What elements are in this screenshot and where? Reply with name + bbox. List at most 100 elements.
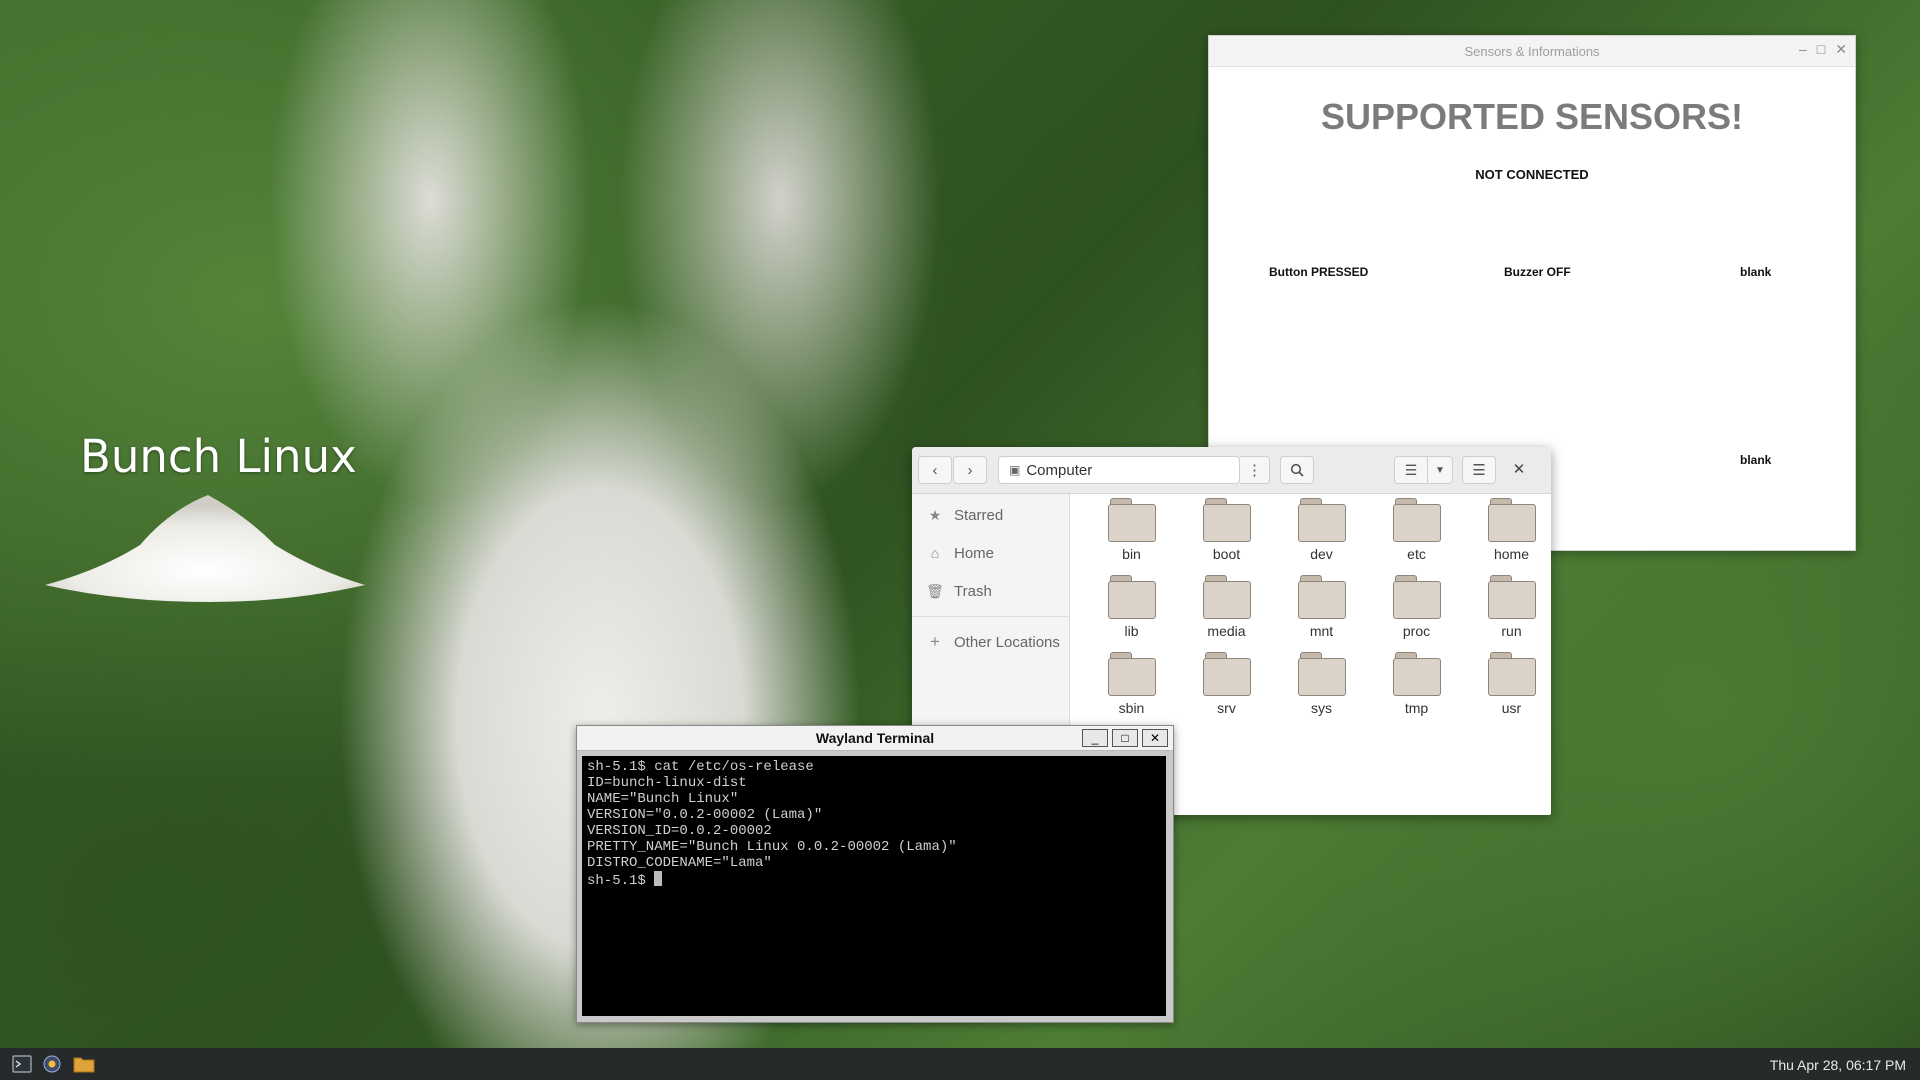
folder-name: tmp [1404,700,1429,716]
folder-name: usr [1501,700,1522,716]
folder-item[interactable]: media [1179,575,1274,652]
terminal-line: PRETTY_NAME="Bunch Linux 0.0.2-00002 (La… [587,839,957,855]
close-icon: ✕ [1512,461,1526,478]
search-icon [1290,463,1304,477]
terminal-line: NAME="Bunch Linux" [587,791,739,807]
search-button[interactable] [1280,456,1314,484]
terminal-prompt-line: sh-5.1$ [587,871,1161,889]
view-mode-button[interactable]: ☰ [1394,456,1428,484]
folder-item[interactable]: lib [1084,575,1179,652]
sensors-headline: SUPPORTED SENSORS! [1320,96,1744,137]
folder-name: home [1493,546,1530,562]
close-button[interactable]: ✕ [1142,729,1168,747]
folder-name: sys [1311,700,1332,716]
star-icon: ★ [928,506,942,523]
taskbar: Thu Apr 28, 06:17 PM [0,1048,1920,1080]
wallpaper-title: Bunch Linux [80,430,357,483]
sensors-window-title: Sensors & Informations [1464,44,1600,59]
terminal-screen[interactable]: sh-5.1$ cat /etc/os-release ID=bunch-linu… [582,756,1166,1016]
connection-status: NOT CONNECTED [1475,167,1589,182]
chevron-left-icon: ‹ [932,461,938,479]
folder-name: etc [1407,546,1426,562]
terminal-line: VERSION="0.0.2-00002 (Lama)" [587,807,823,823]
folder-icon [1107,652,1156,696]
folder-icon[interactable] [73,1055,95,1073]
folder-icon [1487,575,1536,619]
terminal-line: ID=bunch-linux-dist [587,775,747,791]
sidebar-item-label: Other Locations [954,633,1060,651]
folder-item[interactable]: run [1464,575,1551,652]
minimize-button[interactable]: _ [1082,729,1108,747]
folder-name: mnt [1309,623,1334,639]
folder-icon [1107,498,1156,542]
close-icon[interactable]: ✕ [1835,41,1847,58]
folder-item[interactable]: proc [1369,575,1464,652]
folder-name: sbin [1118,700,1145,716]
sidebar-item-trash[interactable]: 🗑 Trash [912,572,1069,610]
folder-item[interactable]: mnt [1274,575,1369,652]
folder-item[interactable]: boot [1179,498,1274,575]
forward-button[interactable]: › [953,456,987,484]
location-label: Computer [1026,461,1093,479]
maximize-icon[interactable]: □ [1817,41,1825,58]
terminal-titlebar[interactable]: Wayland Terminal _ □ ✕ [577,726,1173,751]
folder-item[interactable]: dev [1274,498,1369,575]
close-icon: ✕ [1149,731,1161,745]
folder-item[interactable]: sys [1274,652,1369,729]
location-bar[interactable]: ▣ Computer [998,456,1240,484]
sidebar-item-label: Trash [954,582,992,600]
folder-icon [1297,575,1346,619]
close-window-button[interactable]: ✕ [1508,460,1530,480]
buzzer-sensor-label: Buzzer OFF [1504,265,1571,279]
folder-icon [1392,498,1441,542]
folder-icon [1392,652,1441,696]
folder-item[interactable]: bin [1084,498,1179,575]
folder-grid: bin boot dev etc home lib media mnt proc run sbin s… [1084,498,1551,729]
terminal-line: DISTRO_CODENAME="Lama" [587,855,772,871]
chevron-right-icon: › [967,461,973,479]
terminal-line: sh-5.1$ cat /etc/os-release [587,759,814,775]
maximize-button[interactable]: □ [1112,729,1138,747]
terminal-line: VERSION_ID=0.0.2-00002 [587,823,772,839]
hamburger-menu-icon: ☰ [1472,462,1486,479]
drive-icon: ▣ [1009,463,1021,477]
folder-item[interactable]: home [1464,498,1551,575]
folder-icon [1487,498,1536,542]
sensors-titlebar[interactable]: Sensors & Informations – □ ✕ [1209,36,1855,67]
folder-icon [1202,652,1251,696]
sidebar-item-other-locations[interactable]: + Other Locations [912,623,1069,661]
folder-name: run [1501,623,1522,639]
taskbar-clock[interactable]: Thu Apr 28, 06:17 PM [1770,1057,1906,1073]
folder-name: dev [1310,546,1333,562]
terminal-icon[interactable] [12,1055,32,1073]
plus-icon: + [930,632,940,651]
folder-name: boot [1212,546,1241,562]
sidebar-item-home[interactable]: ⌂ Home [912,534,1069,572]
folder-item[interactable]: srv [1179,652,1274,729]
view-options-button[interactable]: ▼ [1427,456,1453,484]
location-menu-button[interactable]: ⋮ [1240,456,1270,484]
folder-name: bin [1122,546,1141,562]
folder-item[interactable]: etc [1369,498,1464,575]
sidebar-item-starred[interactable]: ★ Starred [912,496,1069,534]
main-menu-button[interactable]: ☰ [1462,456,1496,484]
back-button[interactable]: ‹ [918,456,952,484]
folder-icon [1297,652,1346,696]
folder-icon [1107,575,1156,619]
folder-item[interactable]: usr [1464,652,1551,729]
maximize-icon: □ [1121,731,1129,745]
sensor-label-blank: blank [1740,453,1772,467]
folder-item[interactable]: tmp [1369,652,1464,729]
file-manager-headerbar[interactable]: ‹ › ▣ Computer ⋮ ☰ ▼ ☰ ✕ [912,447,1551,494]
sidebar-divider [912,616,1069,617]
folder-name: srv [1217,700,1236,716]
button-sensor-label: Button PRESSED [1269,265,1369,279]
text-cursor [654,871,663,886]
folder-item[interactable]: sbin [1084,652,1179,729]
flour-pile-image [45,495,365,602]
folder-name: media [1207,623,1246,639]
sidebar-item-label: Home [954,544,995,562]
kebab-menu-icon: ⋮ [1247,462,1262,479]
settings-icon[interactable] [42,1054,62,1074]
minimize-icon[interactable]: – [1799,41,1807,58]
